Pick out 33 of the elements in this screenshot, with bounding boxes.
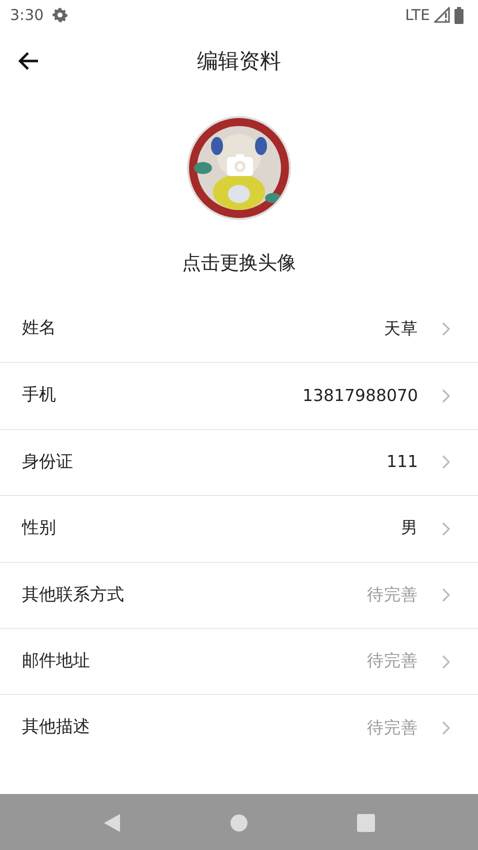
chevron-icon xyxy=(442,654,450,669)
change-avatar-caption: 点击更换头像 xyxy=(182,251,296,276)
network-label: LTE xyxy=(405,4,430,26)
field-label: 其他描述 xyxy=(22,716,90,740)
chevron-icon xyxy=(442,721,450,736)
field-label: 手机 xyxy=(22,384,56,408)
field-label: 姓名 xyxy=(22,317,56,340)
field-placeholder: 待完善 xyxy=(367,650,418,672)
recents-square-icon xyxy=(357,814,376,832)
field-label: 性别 xyxy=(22,517,56,540)
field-value: 13817988070 xyxy=(302,384,418,407)
signal-icon xyxy=(434,7,450,23)
chevron-icon xyxy=(442,322,450,336)
field-value: 111 xyxy=(386,451,418,474)
page-title: 编辑资料 xyxy=(197,48,281,76)
chevron-icon xyxy=(442,588,450,602)
field-value: 天草 xyxy=(384,318,418,340)
chevron-icon xyxy=(442,455,450,470)
triangle-back-icon xyxy=(102,812,121,833)
field-placeholder: 待完善 xyxy=(367,584,418,606)
chevron-icon xyxy=(442,389,450,404)
settings-icon xyxy=(52,7,68,23)
status-time: 3:30 xyxy=(10,4,44,26)
field-label: 邮件地址 xyxy=(22,650,90,673)
field-value: 男 xyxy=(401,517,418,540)
field-placeholder: 待完善 xyxy=(367,716,418,739)
camera-icon xyxy=(227,154,253,176)
field-label: 身份证 xyxy=(22,450,73,474)
home-circle-icon xyxy=(230,814,248,832)
back-arrow-icon xyxy=(18,50,40,71)
field-label: 其他联系方式 xyxy=(22,584,124,606)
chevron-icon xyxy=(442,522,450,536)
battery-icon xyxy=(454,6,464,24)
